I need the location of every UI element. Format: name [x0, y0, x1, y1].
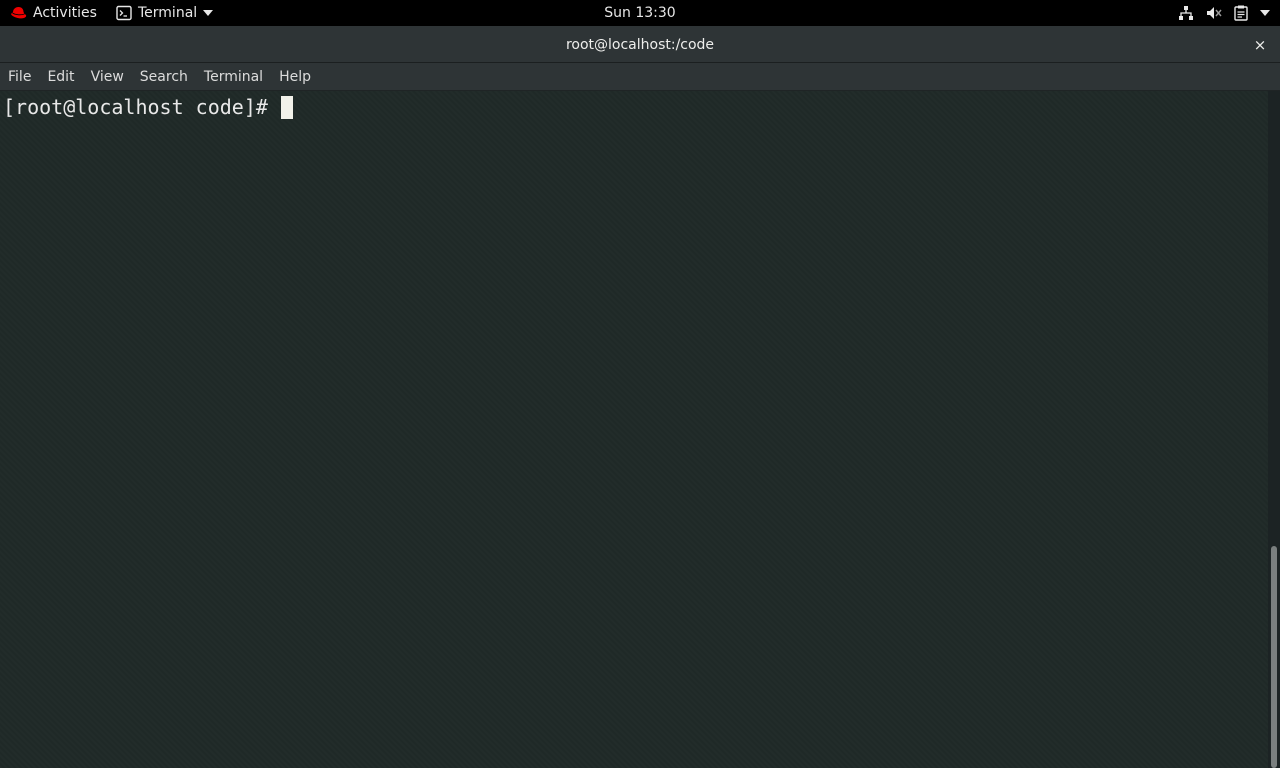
terminal-scrollbar[interactable] [1268, 91, 1280, 768]
redhat-logo-icon [10, 6, 27, 20]
volume-muted-icon[interactable] [1206, 5, 1222, 21]
menu-view[interactable]: View [83, 63, 132, 91]
terminal-app-icon [116, 5, 132, 21]
app-menu-terminal[interactable]: Terminal [116, 0, 214, 26]
system-tray[interactable] [1178, 0, 1270, 26]
menu-help[interactable]: Help [271, 63, 319, 91]
network-wired-icon[interactable] [1178, 5, 1194, 21]
app-menu-label: Terminal [138, 5, 198, 21]
terminal-window: root@localhost:/code × File Edit View Se… [0, 26, 1280, 768]
activities-label: Activities [33, 5, 97, 21]
chevron-down-icon [203, 10, 214, 16]
prompt-line: [root@localhost code]# [3, 93, 1268, 121]
menu-edit[interactable]: Edit [39, 63, 82, 91]
clock-button[interactable]: Sun 13:30 [604, 5, 675, 21]
chevron-down-icon[interactable] [1260, 10, 1270, 16]
text-cursor [280, 95, 293, 119]
battery-clipboard-icon[interactable] [1234, 5, 1248, 21]
window-titlebar[interactable]: root@localhost:/code × [0, 26, 1280, 63]
close-icon[interactable]: × [1250, 35, 1270, 55]
menu-search[interactable]: Search [132, 63, 196, 91]
menu-terminal[interactable]: Terminal [196, 63, 271, 91]
terminal-output[interactable]: [root@localhost code]# [0, 91, 1268, 768]
window-title: root@localhost:/code [565, 36, 715, 53]
shell-prompt: [root@localhost code]# [3, 95, 280, 119]
activities-button[interactable]: Activities [10, 0, 97, 26]
scrollbar-thumb[interactable] [1271, 546, 1277, 768]
menu-file[interactable]: File [0, 63, 39, 91]
menu-bar: File Edit View Search Terminal Help [0, 63, 1280, 91]
top-bar: Activities Terminal Sun 13:30 [0, 0, 1280, 26]
